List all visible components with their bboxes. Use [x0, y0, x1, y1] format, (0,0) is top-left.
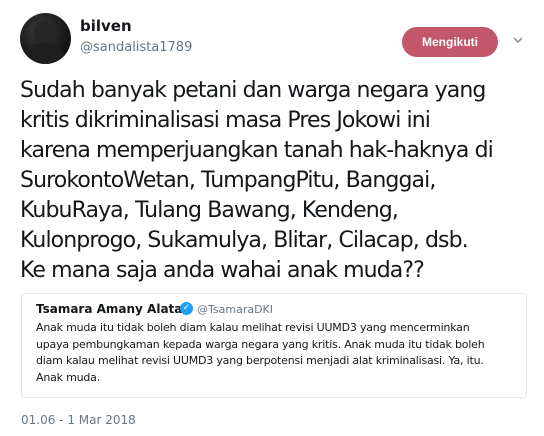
quoted-author-handle: @TsamaraDKI: [197, 303, 274, 316]
tweet-text-line: SurokontoWetan, TumpangPitu, Banggai,: [20, 168, 436, 193]
quoted-tweet-card[interactable]: Tsamara Amany Alatas ✓ @TsamaraDKI Anak …: [21, 293, 527, 398]
quoted-text-line: Anak muda.: [36, 370, 101, 384]
following-button[interactable]: Mengikuti: [402, 27, 498, 57]
author-handle[interactable]: @sandalista1789: [80, 40, 192, 55]
author-avatar[interactable]: [20, 13, 71, 64]
quoted-text-line: upaya pembungkaman kepada warga negara y…: [36, 337, 485, 351]
quoted-author-name: Tsamara Amany Alatas: [36, 302, 190, 316]
quoted-text-line: Anak muda itu tidak boleh diam kalau mel…: [36, 321, 470, 334]
tweet-text-line: Ke mana saja anda wahai anak muda??: [20, 258, 425, 283]
tweet-text-line: karena memperjuangkan tanah hak-haknya d…: [20, 138, 494, 163]
tweet-text-line: Kulonprogo, Sukamulya, Blitar, Cilacap, …: [20, 228, 469, 253]
quoted-tweet-text: Anak muda itu tidak boleh diam kalau mel…: [36, 320, 520, 386]
quoted-text-line: diam kalau melihat revisi UUMD3 yang ber…: [36, 354, 484, 367]
tweet-text-line: kritis dikriminalisasi masa Pres Jokowi …: [20, 108, 431, 133]
tweet-text-line: KubuRaya, Tulang Bawang, Kendeng,: [20, 198, 399, 223]
tweet-text-line: Sudah banyak petani dan warga negara yan…: [20, 78, 486, 103]
chevron-down-icon[interactable]: [513, 35, 523, 45]
tweet-text: Sudah banyak petani dan warga negara yan…: [20, 76, 532, 286]
author-name[interactable]: bilven: [80, 17, 132, 35]
verified-badge-icon: ✓: [180, 302, 193, 315]
tweet-timestamp[interactable]: 01.06 - 1 Mar 2018: [21, 413, 136, 427]
